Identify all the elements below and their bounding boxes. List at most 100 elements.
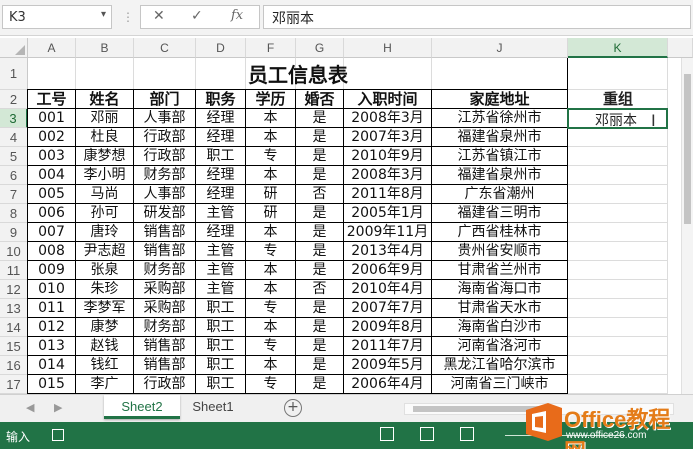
table-cell[interactable]: 河南省洛河市 [432, 337, 568, 356]
row-header[interactable]: 16 [0, 356, 28, 375]
table-cell[interactable]: 销售部 [134, 356, 196, 375]
row-header[interactable]: 5 [0, 147, 28, 166]
table-cell[interactable]: 海南省白沙市 [432, 318, 568, 337]
row-header[interactable]: 11 [0, 261, 28, 280]
table-cell[interactable]: 012 [28, 318, 76, 337]
active-cell[interactable]: 邓丽本 I [567, 108, 668, 130]
table-cell[interactable]: 江苏省徐州市 [432, 109, 568, 128]
table-cell[interactable]: 河南省三门峡市 [432, 375, 568, 394]
grid-cell[interactable] [568, 356, 668, 375]
table-cell[interactable]: 研 [246, 185, 296, 204]
table-cell[interactable]: 013 [28, 337, 76, 356]
table-cell[interactable]: 职工 [196, 147, 246, 166]
table-cell[interactable]: 福建省泉州市 [432, 128, 568, 147]
table-cell[interactable]: 马尚 [76, 185, 134, 204]
vertical-scrollbar[interactable] [681, 58, 693, 394]
header-cell[interactable]: 学历 [246, 90, 296, 109]
table-cell[interactable]: 2009年5月 [344, 356, 432, 375]
table-cell[interactable]: 李广 [76, 375, 134, 394]
table-cell[interactable]: 002 [28, 128, 76, 147]
table-cell[interactable]: 006 [28, 204, 76, 223]
table-cell[interactable]: 005 [28, 185, 76, 204]
table-cell[interactable]: 人事部 [134, 109, 196, 128]
table-cell[interactable]: 004 [28, 166, 76, 185]
header-cell[interactable]: 入职时间 [344, 90, 432, 109]
grid-cell[interactable] [568, 261, 668, 280]
table-cell[interactable]: 本 [246, 128, 296, 147]
table-cell[interactable]: 009 [28, 261, 76, 280]
table-cell[interactable]: 本 [246, 166, 296, 185]
table-cell[interactable]: 本 [246, 223, 296, 242]
row-header[interactable]: 14 [0, 318, 28, 337]
table-cell[interactable]: 福建省三明市 [432, 204, 568, 223]
table-cell[interactable]: 行政部 [134, 147, 196, 166]
row-header[interactable]: 12 [0, 280, 28, 299]
table-cell[interactable]: 本 [246, 280, 296, 299]
table-cell[interactable]: 是 [296, 147, 344, 166]
tab-sheet1[interactable]: Sheet1 [180, 395, 246, 419]
table-cell[interactable]: 职工 [196, 356, 246, 375]
table-cell[interactable]: 是 [296, 356, 344, 375]
row-header[interactable]: 13 [0, 299, 28, 318]
table-cell[interactable]: 是 [296, 109, 344, 128]
header-cell[interactable]: 部门 [134, 90, 196, 109]
column-header[interactable]: B [76, 38, 134, 58]
table-cell[interactable]: 2006年9月 [344, 261, 432, 280]
table-cell[interactable]: 经理 [196, 223, 246, 242]
table-cell[interactable]: 专 [246, 337, 296, 356]
table-cell[interactable]: 尹志超 [76, 242, 134, 261]
table-cell[interactable]: 本 [246, 318, 296, 337]
row-header[interactable]: 15 [0, 337, 28, 356]
table-cell[interactable]: 财务部 [134, 166, 196, 185]
table-cell[interactable]: 财务部 [134, 261, 196, 280]
table-cell[interactable]: 主管 [196, 242, 246, 261]
grid-cell[interactable] [568, 242, 668, 261]
name-box[interactable]: K3 ▾ [2, 5, 112, 29]
chevron-down-icon[interactable]: ▾ [101, 9, 106, 20]
table-cell[interactable]: 008 [28, 242, 76, 261]
row-header[interactable]: 9 [0, 223, 28, 242]
table-cell[interactable]: 本 [246, 356, 296, 375]
table-cell[interactable]: 主管 [196, 280, 246, 299]
table-cell[interactable]: 邓丽 [76, 109, 134, 128]
table-cell[interactable]: 本 [246, 109, 296, 128]
page-layout-icon[interactable] [420, 427, 434, 441]
table-cell[interactable]: 采购部 [134, 299, 196, 318]
table-cell[interactable]: 销售部 [134, 337, 196, 356]
table-cell[interactable]: 行政部 [134, 375, 196, 394]
table-cell[interactable]: 是 [296, 242, 344, 261]
table-cell[interactable]: 是 [296, 261, 344, 280]
table-cell[interactable]: 专 [246, 147, 296, 166]
table-cell[interactable]: 是 [296, 204, 344, 223]
table-cell[interactable]: 甘肃省天水市 [432, 299, 568, 318]
column-header[interactable]: C [134, 38, 196, 58]
table-cell[interactable]: 康梦想 [76, 147, 134, 166]
table-cell[interactable]: 003 [28, 147, 76, 166]
grid-cell[interactable] [568, 375, 668, 394]
table-cell[interactable]: 职工 [196, 375, 246, 394]
row-header[interactable]: 2 [0, 90, 28, 109]
grid-cell[interactable] [568, 280, 668, 299]
table-cell[interactable]: 采购部 [134, 280, 196, 299]
table-cell[interactable]: 是 [296, 299, 344, 318]
table-cell[interactable]: 2009年11月 [344, 223, 432, 242]
tab-sheet2[interactable]: Sheet2 [104, 395, 180, 419]
table-cell[interactable]: 张泉 [76, 261, 134, 280]
enter-icon[interactable]: ✓ [191, 8, 203, 24]
table-cell[interactable]: 2010年4月 [344, 280, 432, 299]
table-cell[interactable]: 李小明 [76, 166, 134, 185]
table-cell[interactable]: 2009年8月 [344, 318, 432, 337]
row-header[interactable]: 10 [0, 242, 28, 261]
row-header[interactable]: 7 [0, 185, 28, 204]
normal-view-icon[interactable] [380, 427, 394, 441]
table-cell[interactable]: 唐玲 [76, 223, 134, 242]
table-cell[interactable]: 行政部 [134, 128, 196, 147]
table-cell[interactable]: 海南省海口市 [432, 280, 568, 299]
table-cell[interactable]: 专 [246, 242, 296, 261]
table-cell[interactable]: 2007年7月 [344, 299, 432, 318]
table-cell[interactable]: 2011年7月 [344, 337, 432, 356]
table-cell[interactable]: 010 [28, 280, 76, 299]
grid-cell[interactable] [568, 337, 668, 356]
column-header[interactable]: G [296, 38, 344, 58]
worksheet-grid[interactable]: A B C D F G H J K 1 2 3 4 5 6 7 8 9 10 11 12 13 14 15 16 17 员工信息表工… [0, 38, 693, 394]
